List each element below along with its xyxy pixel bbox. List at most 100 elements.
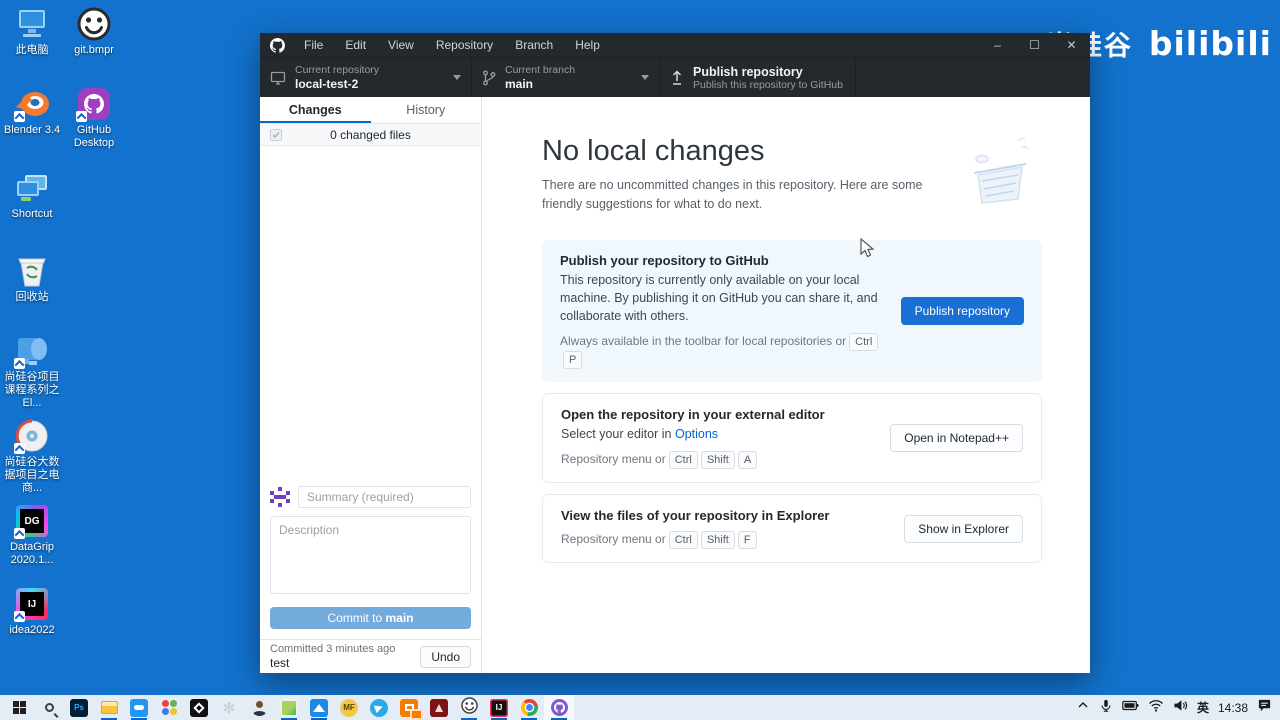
input-language-indicator[interactable]: 英 — [1197, 699, 1209, 716]
close-button[interactable]: ✕ — [1053, 33, 1090, 57]
desktop-icon-label: idea2022 — [9, 624, 55, 636]
user-avatar — [270, 487, 290, 507]
desktop-icon-git-bmpr[interactable]: git.bmpr — [62, 6, 126, 57]
recycle-bin-icon — [14, 253, 50, 289]
photos-icon — [310, 698, 328, 717]
taskbar-colorful-app[interactable] — [154, 695, 184, 720]
menu-branch[interactable]: Branch — [504, 33, 564, 57]
maximize-button[interactable]: ☐ — [1016, 33, 1053, 57]
desktop-icon-datagrip[interactable]: DG DataGrip 2020.1... — [0, 503, 64, 567]
taskbar-search-button[interactable] — [34, 695, 64, 720]
github-desktop-icon — [76, 86, 112, 122]
taskbar-mf-app[interactable]: MF — [334, 695, 364, 720]
desktop-icon-idea[interactable]: IJ idea2022 — [0, 586, 64, 637]
displays-icon — [14, 170, 50, 206]
paper-plane-icon — [370, 698, 388, 717]
desktop-icon-label: 回收站 — [15, 291, 49, 303]
picpick-icon — [280, 698, 298, 717]
titlebar: File Edit View Repository Branch Help – … — [260, 33, 1090, 57]
chevron-down-icon — [453, 75, 461, 80]
shortcut-arrow-icon — [14, 528, 25, 539]
folder-icon — [100, 701, 118, 714]
show-hidden-icons-chevron[interactable] — [1076, 698, 1090, 717]
colorful-app-icon — [161, 700, 177, 715]
taskbar-file-explorer[interactable] — [94, 695, 124, 720]
desktop-icon-course-folder[interactable]: 尚硅谷项目课程系列之El... — [0, 333, 64, 411]
toolbar: Current repository local-test-2 Current … — [260, 57, 1090, 97]
menu-help[interactable]: Help — [564, 33, 611, 57]
balsamiq-smiley-icon — [460, 696, 478, 719]
desktop-icon-recycle-bin[interactable]: 回收站 — [0, 253, 64, 304]
photoshop-icon: Ps — [70, 698, 88, 717]
no-changes-illustration — [960, 133, 1040, 214]
shortcut-arrow-icon — [14, 443, 25, 454]
commit-summary-input[interactable] — [298, 486, 471, 508]
minimize-button[interactable]: – — [979, 33, 1016, 57]
battery-icon[interactable] — [1122, 699, 1139, 717]
open-in-editor-button[interactable]: Open in Notepad++ — [890, 423, 1023, 452]
upload-arrow-icon — [670, 70, 684, 86]
undo-button[interactable]: Undo — [420, 645, 471, 668]
commit-status: Committed 3 minutes ago — [270, 643, 396, 655]
taskbar-chrome[interactable] — [514, 695, 544, 720]
taskbar-intellij[interactable]: IJ — [484, 695, 514, 720]
taskbar-contact[interactable] — [244, 695, 274, 720]
start-button[interactable] — [4, 695, 34, 720]
menu-repository[interactable]: Repository — [425, 33, 504, 57]
file-list-empty-area — [260, 146, 481, 476]
desktop-icon-label: git.bmpr — [74, 44, 114, 56]
show-in-explorer-suggestion-card: View the files of your repository in Exp… — [542, 494, 1042, 563]
computer-icon — [270, 70, 286, 86]
clock[interactable]: 14:38 — [1218, 701, 1248, 715]
commit-description-input[interactable] — [270, 516, 471, 594]
taskbar-balsamiq[interactable] — [454, 695, 484, 720]
desktop-icon-blender[interactable]: Blender 3.4 — [0, 86, 64, 137]
key-badge: Shift — [700, 451, 735, 469]
menu-view[interactable]: View — [377, 33, 425, 57]
course-app-icon — [14, 333, 50, 369]
blender-icon — [14, 86, 50, 122]
red-app-icon — [430, 698, 448, 717]
microphone-icon[interactable] — [1099, 698, 1113, 718]
show-in-explorer-button[interactable]: Show in Explorer — [904, 514, 1023, 543]
smiley-file-icon — [76, 6, 112, 42]
shortcut-arrow-icon — [14, 611, 25, 622]
menu-edit[interactable]: Edit — [334, 33, 377, 57]
desktop-icon-this-pc[interactable]: 此电脑 — [0, 6, 64, 57]
intellij-icon: IJ — [14, 586, 50, 622]
taskbar-red-app[interactable] — [424, 695, 454, 720]
desktop-icon-shortcut[interactable]: Shortcut — [0, 170, 64, 221]
taskbar-photoshop[interactable]: Ps — [64, 695, 94, 720]
chrome-icon — [520, 699, 538, 716]
speaker-icon[interactable] — [1173, 699, 1188, 717]
commit-button[interactable]: Commit to main — [270, 607, 471, 629]
wifi-icon[interactable] — [1148, 699, 1164, 717]
github-desktop-icon — [550, 699, 568, 716]
menu-file[interactable]: File — [293, 33, 334, 57]
desktop-background: 此电脑 git.bmpr Blender 3.4 GitHub Desktop … — [0, 0, 1280, 720]
desktop-icon-bigdata-disc[interactable]: 尚硅谷大数据项目之电商... — [0, 418, 64, 496]
desktop-icon-label: 此电脑 — [15, 44, 49, 56]
grey-app-icon: ✻ — [222, 699, 236, 717]
tab-history[interactable]: History — [371, 97, 482, 123]
taskbar-messenger[interactable] — [364, 695, 394, 720]
taskbar-vmware[interactable] — [394, 695, 424, 720]
current-repository-dropdown[interactable]: Current repository local-test-2 — [260, 58, 472, 97]
mf-app-icon: MF — [340, 698, 358, 717]
taskbar-grey-app[interactable]: ✻ — [214, 695, 244, 720]
publish-repository-button[interactable]: Publish repository — [900, 296, 1024, 325]
taskbar-capcut[interactable] — [184, 695, 214, 720]
taskbar-github-desktop[interactable] — [544, 695, 574, 720]
disc-icon — [14, 418, 50, 454]
tab-changes[interactable]: Changes — [260, 97, 371, 123]
taskbar-picpick[interactable] — [274, 695, 304, 720]
taskbar-photos[interactable] — [304, 695, 334, 720]
taskbar-netdisk[interactable] — [124, 695, 154, 720]
desktop-icon-github-desktop[interactable]: GitHub Desktop — [62, 86, 126, 150]
current-branch-dropdown[interactable]: Current branch main — [472, 58, 660, 97]
commit-message: test — [270, 656, 290, 670]
blankslate-panel: No local changes There are no uncommitte… — [482, 97, 1090, 673]
action-center-icon[interactable] — [1257, 698, 1272, 717]
options-link[interactable]: Options — [675, 427, 718, 441]
publish-repository-toolbar-button[interactable]: Publish repository Publish this reposito… — [660, 58, 856, 97]
